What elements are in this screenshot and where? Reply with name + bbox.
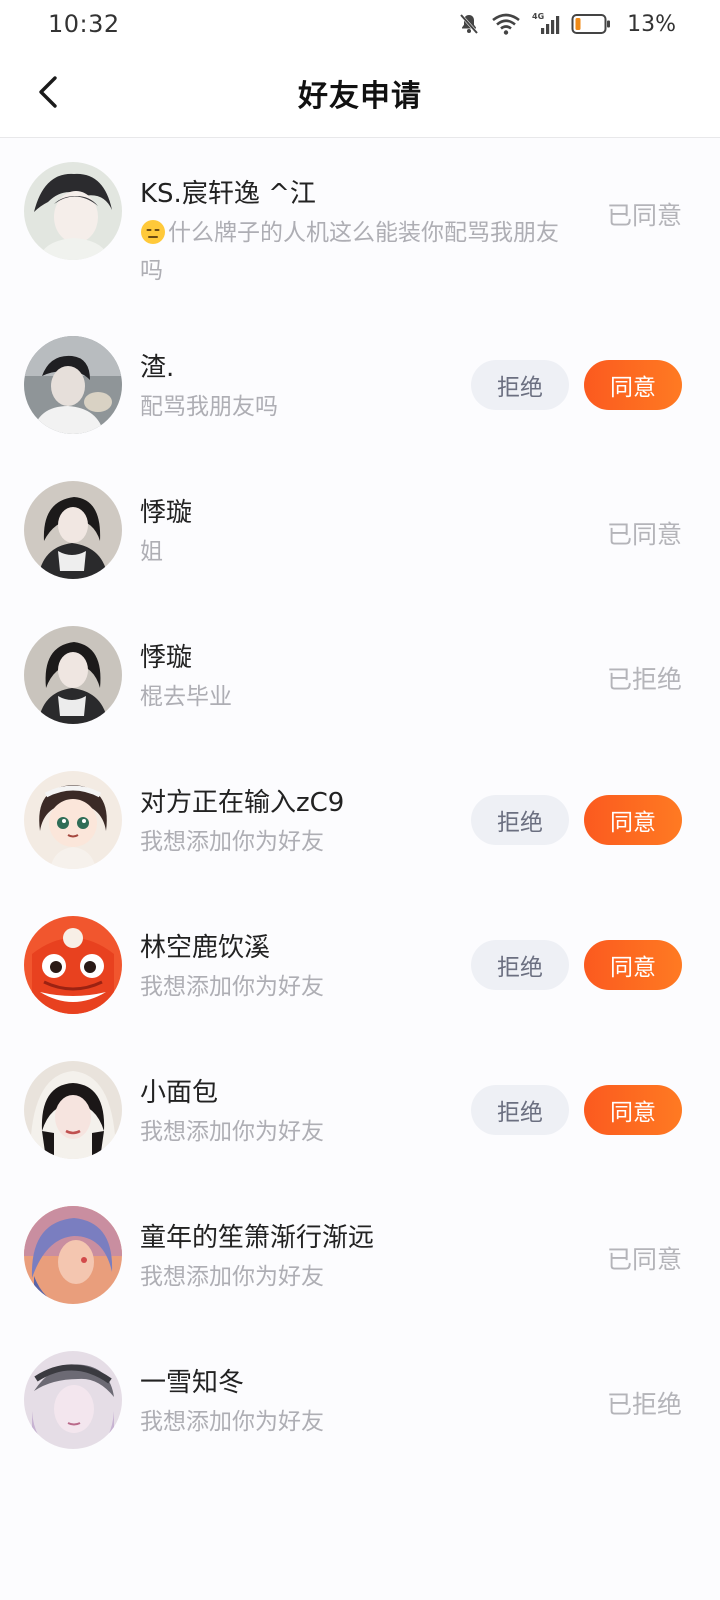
- nickname: 渣.: [140, 353, 175, 383]
- friend-request-row[interactable]: 渣. 配骂我朋友吗 拒绝 同意: [0, 336, 720, 436]
- nickname: 悸璇: [140, 498, 193, 528]
- friend-request-row[interactable]: 悸璇 棍去毕业 已拒绝: [0, 626, 720, 726]
- battery-icon: [571, 13, 611, 35]
- nickname: 童年的笙箫渐行渐远: [140, 1223, 375, 1253]
- nickname: 悸璇: [140, 643, 193, 673]
- request-status: 已同意: [606, 1245, 682, 1274]
- request-message: 配骂我朋友吗: [140, 394, 278, 420]
- expressionless-face-emoji: [141, 220, 165, 244]
- friend-request-row[interactable]: 林空鹿饮溪 我想添加你为好友 拒绝 同意: [0, 916, 720, 1016]
- accept-button[interactable]: 同意: [584, 360, 682, 410]
- reject-button[interactable]: 拒绝: [471, 1085, 569, 1135]
- page-header: 好友申请: [0, 48, 720, 138]
- request-message: 我想添加你为好友: [140, 1119, 324, 1145]
- back-button[interactable]: [28, 70, 68, 114]
- status-bar: 10:32 4G 13%: [0, 0, 720, 48]
- avatar[interactable]: [24, 771, 122, 869]
- accept-button[interactable]: 同意: [584, 795, 682, 845]
- request-message: 我想添加你为好友: [140, 1264, 324, 1290]
- request-message: 姐: [140, 539, 163, 565]
- request-message-text: 什么牌子的人机这么能装你配骂我朋友吗: [140, 220, 559, 284]
- request-message: 我想添加你为好友: [140, 974, 324, 1000]
- status-time: 10:32: [48, 10, 120, 38]
- avatar[interactable]: [24, 626, 122, 724]
- reject-button[interactable]: 拒绝: [471, 360, 569, 410]
- avatar[interactable]: [24, 481, 122, 579]
- request-message: 棍去毕业: [140, 684, 232, 710]
- chevron-left-icon: [39, 76, 57, 108]
- wifi-icon: [491, 12, 521, 36]
- reject-button[interactable]: 拒绝: [471, 795, 569, 845]
- nickname: 一雪知冬: [140, 1368, 245, 1398]
- mute-bell-icon: [457, 12, 481, 36]
- request-status: 已拒绝: [606, 665, 682, 694]
- friend-request-row[interactable]: 一雪知冬 我想添加你为好友 已拒绝: [0, 1351, 720, 1451]
- request-message: 我想添加你为好友: [140, 1409, 324, 1435]
- friend-request-row[interactable]: 童年的笙箫渐行渐远 我想添加你为好友 已同意: [0, 1206, 720, 1306]
- avatar[interactable]: [24, 1061, 122, 1159]
- nickname: 林空鹿饮溪: [140, 933, 271, 963]
- status-icons: 4G 13%: [457, 11, 676, 37]
- request-message: 什么牌子的人机这么能装你配骂我朋友吗: [140, 214, 580, 290]
- request-message: 我想添加你为好友: [140, 829, 324, 855]
- nickname: KS.宸轩逸 ^江: [140, 179, 316, 209]
- avatar[interactable]: [24, 1351, 122, 1449]
- reject-button[interactable]: 拒绝: [471, 940, 569, 990]
- avatar[interactable]: [24, 1206, 122, 1304]
- battery-percentage: 13%: [627, 11, 676, 37]
- request-status: 已同意: [606, 520, 682, 549]
- avatar[interactable]: [24, 916, 122, 1014]
- cellular-signal-icon: 4G: [531, 11, 561, 37]
- svg-text:4G: 4G: [532, 12, 544, 21]
- request-status: 已拒绝: [606, 1390, 682, 1419]
- friend-request-row[interactable]: KS.宸轩逸 ^江 什么牌子的人机这么能装你配骂我朋友吗 已同意: [0, 162, 720, 302]
- page-title: 好友申请: [298, 78, 422, 114]
- accept-button[interactable]: 同意: [584, 1085, 682, 1135]
- friend-request-list: KS.宸轩逸 ^江 什么牌子的人机这么能装你配骂我朋友吗 已同意 渣. 配骂我朋…: [0, 138, 720, 1600]
- nickname: 小面包: [140, 1078, 219, 1108]
- friend-request-row[interactable]: 悸璇 姐 已同意: [0, 481, 720, 581]
- friend-request-row[interactable]: 对方正在输入zC9 我想添加你为好友 拒绝 同意: [0, 771, 720, 871]
- avatar[interactable]: [24, 162, 122, 260]
- request-status: 已同意: [606, 201, 682, 230]
- avatar[interactable]: [24, 336, 122, 434]
- accept-button[interactable]: 同意: [584, 940, 682, 990]
- friend-request-row[interactable]: 小面包 我想添加你为好友 拒绝 同意: [0, 1061, 720, 1161]
- nickname: 对方正在输入zC9: [140, 788, 345, 818]
